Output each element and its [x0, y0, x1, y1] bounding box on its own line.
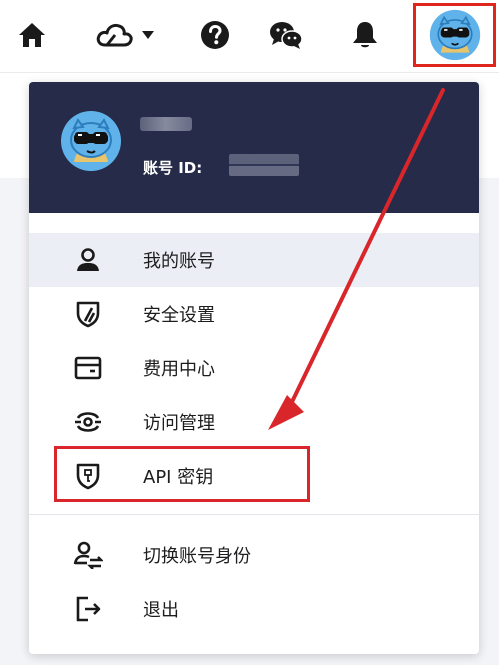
menu-item-switch-identity[interactable]: 切换账号身份 — [29, 528, 479, 582]
access-icon — [73, 407, 103, 437]
avatar-button[interactable] — [413, 3, 496, 67]
shield-icon — [73, 299, 103, 329]
logout-icon — [73, 594, 103, 624]
menu-item-security[interactable]: 安全设置 — [29, 287, 479, 341]
cloud-icon — [96, 23, 133, 47]
avatar — [429, 9, 480, 61]
account-dropdown: 账号 ID: 我的账号 安全设置 费用中心 访问管理 API 密钥 切换账号身份… — [29, 82, 479, 654]
redacted-username — [140, 117, 192, 131]
menu-item-billing[interactable]: 费用中心 — [29, 341, 479, 395]
user-icon — [73, 245, 103, 275]
menu-item-access[interactable]: 访问管理 — [29, 395, 479, 449]
top-navigation-bar — [0, 0, 499, 73]
menu-item-api-keys[interactable]: API 密钥 — [29, 449, 479, 503]
home-icon[interactable] — [14, 17, 50, 53]
redacted-account-id — [229, 154, 299, 176]
bell-icon[interactable] — [347, 17, 383, 53]
switch-user-icon — [73, 540, 103, 570]
profile-header: 账号 ID: — [29, 82, 479, 213]
menu-item-label: 安全设置 — [143, 305, 215, 326]
menu-item-label: 切换账号身份 — [143, 546, 251, 567]
menu-item-logout[interactable]: 退出 — [29, 582, 479, 636]
wechat-icon[interactable] — [268, 17, 304, 53]
menu-item-my-account[interactable]: 我的账号 — [29, 233, 479, 287]
cloud-menu-button[interactable] — [93, 17, 157, 53]
menu-divider — [29, 514, 479, 515]
key-shield-icon — [73, 461, 103, 491]
menu-item-label: API 密钥 — [143, 467, 214, 488]
wallet-icon — [73, 353, 103, 383]
profile-avatar — [61, 111, 121, 171]
menu-item-label: 我的账号 — [143, 251, 215, 272]
menu-item-label: 退出 — [143, 600, 179, 621]
chevron-down-icon — [142, 31, 154, 39]
account-id-label: 账号 ID: — [143, 159, 203, 177]
menu-item-label: 访问管理 — [143, 413, 215, 434]
help-icon[interactable] — [197, 17, 233, 53]
menu-item-label: 费用中心 — [143, 359, 215, 380]
